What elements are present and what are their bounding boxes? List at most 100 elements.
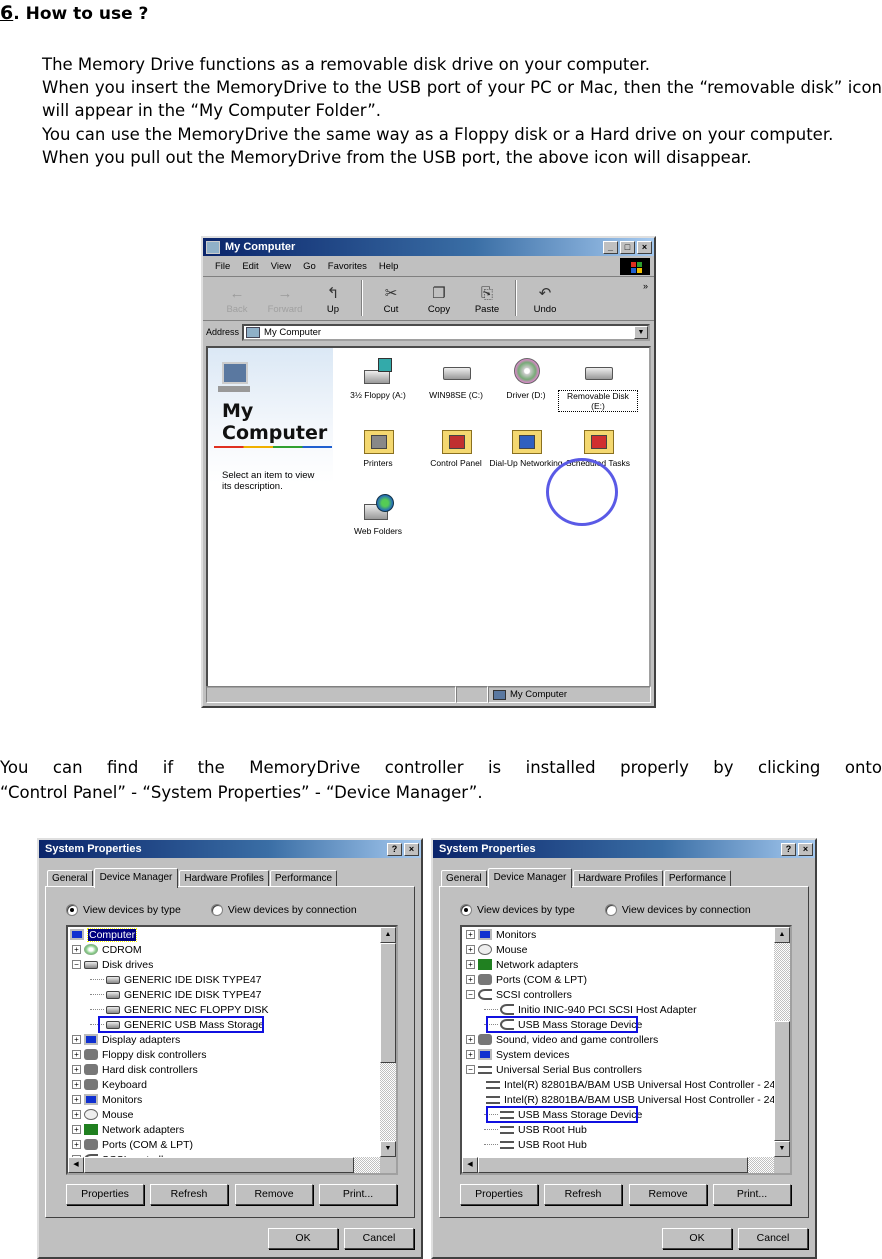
toolbar-paste-button[interactable]: ⎘ Paste bbox=[463, 284, 511, 320]
device-tree-item[interactable]: USB Root Hub bbox=[462, 1122, 774, 1137]
expand-toggle-icon[interactable]: + bbox=[72, 1110, 81, 1119]
refresh-button[interactable]: Refresh bbox=[544, 1184, 622, 1205]
scroll-thumb[interactable] bbox=[84, 1157, 354, 1173]
close-button[interactable]: × bbox=[637, 240, 652, 254]
scroll-left-icon[interactable]: ◀ bbox=[462, 1157, 478, 1173]
device-tree-item[interactable]: GENERIC IDE DISK TYPE47 bbox=[68, 972, 380, 987]
scroll-left-icon[interactable]: ◀ bbox=[68, 1157, 84, 1173]
toolbar-undo-button[interactable]: ↶ Undo bbox=[521, 284, 569, 320]
collapse-toggle-icon[interactable]: − bbox=[466, 990, 475, 999]
expand-toggle-icon[interactable]: + bbox=[466, 945, 475, 954]
collapse-toggle-icon[interactable]: − bbox=[72, 960, 81, 969]
scroll-up-icon[interactable]: ▲ bbox=[774, 927, 790, 943]
view-by-connection-radio[interactable]: View devices by connection bbox=[604, 904, 751, 916]
close-button[interactable]: × bbox=[798, 842, 813, 856]
chevron-down-icon[interactable]: ▼ bbox=[634, 325, 648, 339]
help-button[interactable]: ? bbox=[387, 842, 402, 856]
device-tree-item[interactable]: GENERIC NEC FLOPPY DISK bbox=[68, 1002, 380, 1017]
device-tree-item[interactable]: + Ports (COM & LPT) bbox=[462, 972, 774, 987]
expand-toggle-icon[interactable]: + bbox=[72, 1035, 81, 1044]
device-tree-item[interactable]: Intel(R) 82801BA/BAM USB Universal Host … bbox=[462, 1077, 775, 1092]
remove-button[interactable]: Remove bbox=[235, 1184, 313, 1205]
menu-go[interactable]: Go bbox=[303, 261, 316, 272]
toolbar-copy-button[interactable]: ❐ Copy bbox=[415, 284, 463, 320]
device-tree-item[interactable]: + Mouse bbox=[68, 1107, 380, 1122]
minimize-button[interactable]: _ bbox=[603, 240, 618, 254]
tab-general[interactable]: General bbox=[441, 870, 487, 887]
device-tree-item[interactable]: GENERIC IDE DISK TYPE47 bbox=[68, 987, 380, 1002]
device-tree-item[interactable]: USB Root Hub bbox=[462, 1137, 774, 1152]
view-by-connection-radio[interactable]: View devices by connection bbox=[210, 904, 357, 916]
scroll-down-icon[interactable]: ▼ bbox=[774, 1141, 790, 1157]
expand-toggle-icon[interactable]: + bbox=[466, 960, 475, 969]
scroll-thumb[interactable] bbox=[380, 943, 396, 1063]
desktop-icon-item[interactable]: Removable Disk (E:) bbox=[558, 358, 638, 412]
print-button[interactable]: Print... bbox=[713, 1184, 791, 1205]
scroll-thumb[interactable] bbox=[478, 1157, 748, 1173]
device-tree-item[interactable]: + Floppy disk controllers bbox=[68, 1047, 380, 1062]
expand-toggle-icon[interactable]: + bbox=[72, 1125, 81, 1134]
radio-button-icon[interactable] bbox=[210, 904, 223, 916]
close-button[interactable]: × bbox=[404, 842, 419, 856]
toolbar-more-icon[interactable]: » bbox=[643, 281, 648, 291]
expand-toggle-icon[interactable]: + bbox=[72, 1065, 81, 1074]
desktop-icon-item[interactable]: WIN98SE (C:) bbox=[416, 358, 496, 400]
ok-button[interactable]: OK bbox=[268, 1228, 338, 1249]
tab-performance[interactable]: Performance bbox=[663, 870, 732, 887]
desktop-icon-item[interactable]: Dial-Up Networking bbox=[486, 426, 566, 468]
toolbar-back-button[interactable]: ← Back bbox=[213, 284, 261, 320]
cancel-button[interactable]: Cancel bbox=[344, 1228, 414, 1249]
toolbar-up-button[interactable]: ↰ Up bbox=[309, 284, 357, 320]
scroll-thumb[interactable] bbox=[774, 1021, 790, 1141]
properties-button[interactable]: Properties bbox=[460, 1184, 538, 1205]
device-tree-item[interactable]: + Monitors bbox=[462, 927, 774, 942]
vertical-scrollbar[interactable]: ▲ ▼ bbox=[774, 927, 790, 1157]
scroll-down-icon[interactable]: ▼ bbox=[380, 1141, 396, 1157]
menu-favorites[interactable]: Favorites bbox=[328, 261, 367, 272]
tab-performance[interactable]: Performance bbox=[269, 870, 338, 887]
help-button[interactable]: ? bbox=[781, 842, 796, 856]
menu-edit[interactable]: Edit bbox=[242, 261, 258, 272]
remove-button[interactable]: Remove bbox=[629, 1184, 707, 1205]
expand-toggle-icon[interactable]: + bbox=[466, 975, 475, 984]
device-tree-item[interactable]: + Monitors bbox=[68, 1092, 380, 1107]
desktop-icon-item[interactable]: 3½ Floppy (A:) bbox=[338, 358, 418, 400]
device-tree-item[interactable]: + Ports (COM & LPT) bbox=[68, 1137, 380, 1152]
expand-toggle-icon[interactable]: + bbox=[72, 1080, 81, 1089]
title-bar[interactable]: System Properties ? × bbox=[39, 840, 421, 858]
radio-button-icon[interactable] bbox=[66, 904, 78, 916]
device-tree-item[interactable]: + System devices bbox=[462, 1047, 774, 1062]
device-tree-item[interactable]: Initio INIC-940 PCI SCSI Host Adapter bbox=[462, 1002, 774, 1017]
tab-general[interactable]: General bbox=[47, 870, 93, 887]
device-tree-item[interactable]: + Sound, video and game controllers bbox=[462, 1032, 774, 1047]
menu-view[interactable]: View bbox=[271, 261, 291, 272]
menu-help[interactable]: Help bbox=[379, 261, 399, 272]
address-input[interactable]: My Computer ▼ bbox=[242, 323, 650, 341]
tab-device-manager[interactable]: Device Manager bbox=[487, 868, 573, 888]
device-tree-item[interactable]: + CDROM bbox=[68, 942, 380, 957]
view-by-type-radio[interactable]: View devices by type bbox=[66, 904, 181, 916]
expand-toggle-icon[interactable]: + bbox=[72, 945, 81, 954]
menu-file[interactable]: File bbox=[215, 261, 230, 272]
tab-hardware-profiles[interactable]: Hardware Profiles bbox=[573, 870, 663, 887]
expand-toggle-icon[interactable]: + bbox=[72, 1095, 81, 1104]
vertical-scrollbar[interactable]: ▲ ▼ bbox=[380, 927, 396, 1157]
expand-toggle-icon[interactable]: + bbox=[466, 1050, 475, 1059]
device-tree-item[interactable]: − Disk drives bbox=[68, 957, 380, 972]
device-tree-item[interactable]: + Network adapters bbox=[462, 957, 774, 972]
device-tree[interactable]: Computer + CDROM − Disk drives GENERIC I… bbox=[66, 925, 398, 1175]
expand-toggle-icon[interactable]: + bbox=[72, 1140, 81, 1149]
device-tree-item[interactable]: − SCSI controllers bbox=[462, 987, 774, 1002]
radio-button-icon[interactable] bbox=[604, 904, 617, 916]
expand-toggle-icon[interactable]: + bbox=[466, 1035, 475, 1044]
device-tree-item[interactable]: + Keyboard bbox=[68, 1077, 380, 1092]
cancel-button[interactable]: Cancel bbox=[738, 1228, 808, 1249]
scroll-up-icon[interactable]: ▲ bbox=[380, 927, 396, 943]
collapse-toggle-icon[interactable]: − bbox=[466, 1065, 475, 1074]
print-button[interactable]: Print... bbox=[319, 1184, 397, 1205]
properties-button[interactable]: Properties bbox=[66, 1184, 144, 1205]
expand-toggle-icon[interactable]: + bbox=[466, 930, 475, 939]
view-by-type-radio[interactable]: View devices by type bbox=[460, 904, 575, 916]
device-tree-item[interactable]: + Mouse bbox=[462, 942, 774, 957]
ok-button[interactable]: OK bbox=[662, 1228, 732, 1249]
